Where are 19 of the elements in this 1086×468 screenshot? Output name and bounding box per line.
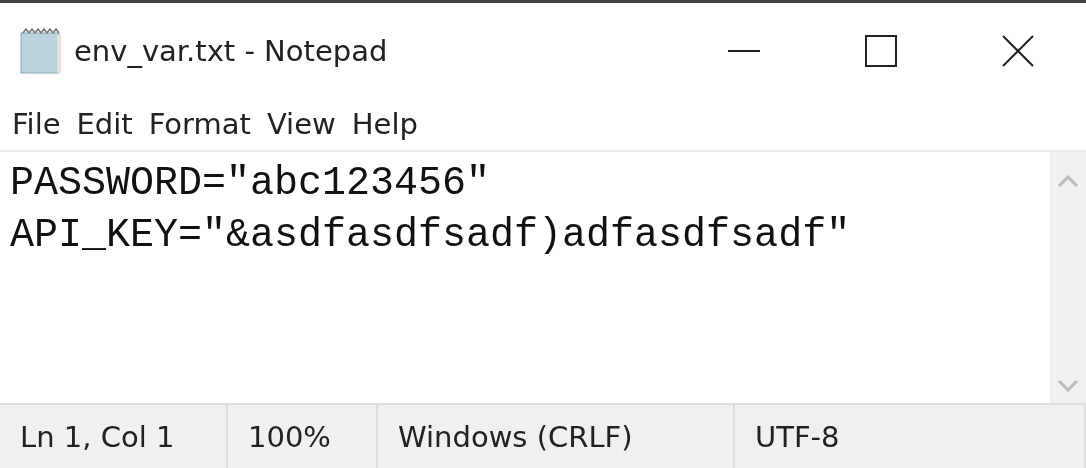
vertical-scrollbar[interactable] — [1050, 152, 1086, 403]
status-field: 100% — [228, 405, 378, 468]
close-icon — [1001, 34, 1034, 67]
status-field: UTF-8 — [735, 405, 1086, 468]
menu-item[interactable]: File — [8, 107, 73, 141]
status-field: Windows (CRLF) — [378, 405, 735, 468]
menu-item[interactable]: Edit — [72, 107, 145, 141]
scroll-down-icon[interactable] — [1057, 379, 1079, 393]
notepad-icon — [18, 26, 64, 75]
status-field: Ln 1, Col 1 — [0, 405, 228, 468]
text-line: PASSWORD="abc123456" — [10, 160, 491, 208]
menu-item[interactable]: Help — [347, 107, 430, 141]
menu-item[interactable]: Format — [144, 107, 263, 141]
text-line: API_KEY="&asdfasdfsadf)adfasdfsadf" — [10, 212, 851, 260]
scroll-up-icon[interactable] — [1057, 174, 1079, 188]
maximize-icon — [864, 34, 897, 67]
text-area[interactable]: PASSWORD="abc123456" API_KEY="&asdfasdfsadf)adfasdfsadf" — [0, 152, 1050, 403]
menu-item[interactable]: View — [262, 107, 348, 141]
window-title: env_var.txt - Notepad — [74, 33, 388, 68]
